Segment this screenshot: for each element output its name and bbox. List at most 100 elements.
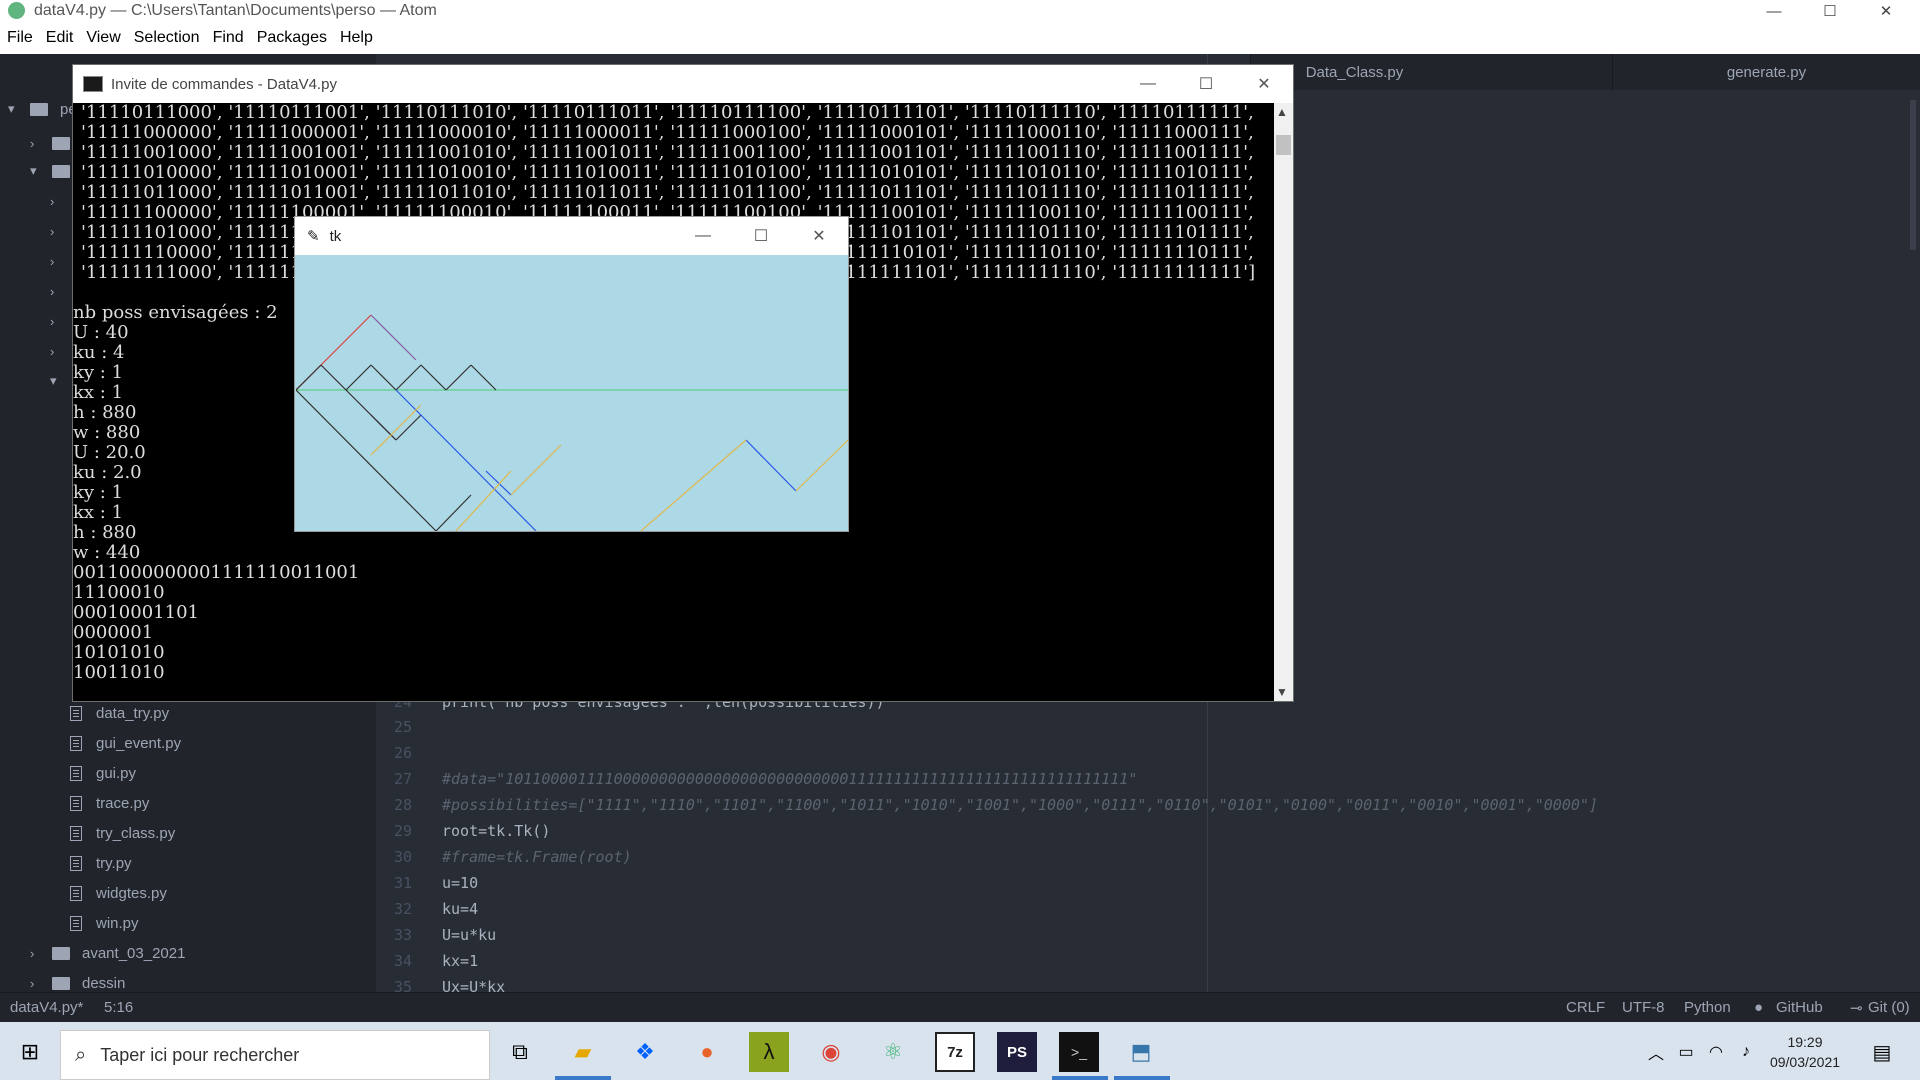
scroll-thumb[interactable] [1276,135,1291,155]
status-git[interactable]: Git (0) [1868,999,1910,1016]
tree-file[interactable]: win.py [70,910,139,936]
cmd-titlebar[interactable]: Invite de commandes - DataV4.py — ☐ ✕ [73,65,1293,103]
canvas-line [455,470,512,531]
menu-selection[interactable]: Selection [134,29,200,47]
chevron-right-icon: › [50,343,55,359]
folder-icon [52,164,70,178]
taskbar-search[interactable]: ⌕ Taper ici pour rechercher [60,1030,490,1080]
code-line: 28 #possibilities=["1111","1110","1101","… [393,796,1598,814]
cmd-line: w : 440 [73,542,141,563]
tk-titlebar[interactable]: ✎ tk — ☐ ✕ [295,217,848,255]
chrome-icon[interactable]: ◉ [811,1032,851,1072]
tree-file[interactable]: try_class.py [70,820,175,846]
tree-folder[interactable]: › [50,308,72,334]
cmd-minimize-button[interactable]: — [1119,65,1177,103]
menu-view[interactable]: View [86,29,120,47]
tree-folder[interactable]: › [50,188,72,214]
cmd-scrollbar[interactable]: ▲ ▼ [1274,103,1293,701]
menu-packages[interactable]: Packages [257,29,327,47]
canvas-line [745,439,797,492]
tree-folder-open[interactable]: ▾ [50,368,72,394]
maximize-button[interactable]: ☐ [1802,0,1858,22]
scroll-up-icon[interactable]: ▲ [1276,105,1288,119]
atom-icon[interactable]: ⚛ [873,1032,913,1072]
status-encoding[interactable]: UTF-8 [1622,999,1665,1016]
file-icon [70,705,82,721]
menu-file[interactable]: File [7,29,33,47]
menu-find[interactable]: Find [213,29,244,47]
tree-file[interactable]: data_try.py [70,700,169,726]
tree-folder[interactable]: › [50,278,72,304]
cmd-line: 0000001 [73,622,154,643]
firefox-icon[interactable]: ● [687,1032,727,1072]
tree-folder[interactable]: › [50,218,72,244]
dropbox-icon[interactable]: ❖ [625,1032,665,1072]
cmd-line: ku : 4 [73,342,125,363]
git-branch-icon: ⊸ [1850,1000,1863,1017]
canvas-line [510,444,562,496]
code-line: 25 [393,718,412,736]
tab-generate[interactable]: generate.py [1612,54,1920,90]
cmd-line: 11100010 [73,582,165,603]
editor-scrollbar[interactable] [1910,100,1916,250]
tk-minimize-button[interactable]: — [674,217,732,255]
minimize-button[interactable]: — [1746,0,1802,22]
canvas-line [296,364,322,391]
tree-file[interactable]: widgtes.py [70,880,167,906]
tree-file[interactable]: gui.py [70,760,136,786]
notification-icon[interactable]: ▤ [1862,1032,1902,1072]
chevron-right-icon: › [30,135,35,151]
status-cursor-position[interactable]: 5:16 [104,999,133,1016]
cmd-maximize-button[interactable]: ☐ [1177,65,1235,103]
tree-folder[interactable]: › avant_03_2021 [30,940,185,966]
status-grammar[interactable]: Python [1684,999,1731,1016]
task-view-icon[interactable]: ⧉ [500,1032,540,1072]
folder-icon [52,946,70,960]
tree-file[interactable]: trace.py [70,790,149,816]
canvas-line [395,389,537,531]
tree-folder[interactable]: › [50,338,72,364]
tree-file[interactable]: gui_event.py [70,730,181,756]
chevron-right-icon: › [50,223,55,239]
file-explorer-icon[interactable]: ▰ [563,1032,603,1072]
cmd-line: '11111010000', '11111010001', '111110100… [81,162,1254,183]
active-indicator [1114,1076,1170,1080]
cmd-line: 00010001101 [73,602,199,623]
system-clock[interactable]: 19:29 09/03/2021 [1750,1032,1860,1072]
tree-file[interactable]: try.py [70,850,132,876]
menu-help[interactable]: Help [340,29,373,47]
status-line-ending[interactable]: CRLF [1566,999,1605,1016]
cmd-taskbar-icon[interactable]: >_ [1059,1032,1099,1072]
python-icon[interactable]: ⬒ [1121,1032,1161,1072]
menu-edit[interactable]: Edit [46,29,74,47]
file-icon [70,855,82,871]
7zip-icon[interactable]: 7z [935,1032,975,1072]
close-button[interactable]: ✕ [1858,0,1914,22]
chevron-right-icon: › [50,253,55,269]
tk-maximize-button[interactable]: ☐ [732,217,790,255]
menu-bar: File Edit View Selection Find Packages H… [0,22,1920,54]
cmd-close-button[interactable]: ✕ [1235,65,1293,103]
status-github[interactable]: GitHub [1776,999,1823,1016]
folder-icon [30,102,48,116]
tk-window[interactable]: ✎ tk — ☐ ✕ [294,216,849,532]
status-bar: dataV4.py* 5:16 CRLF UTF-8 Python ● GitH… [0,992,1920,1022]
code-line: 27 #data="1011000011110000000000000000000… [393,770,1138,788]
windows-start-icon[interactable]: ⊞ [10,1032,50,1072]
tree-root-folder[interactable]: ▾ pe [8,96,77,122]
cmd-line: ku : 2.0 [73,462,142,483]
tab-bar: Data_Class.py generate.py [1250,54,1920,90]
canvas-line [320,314,372,366]
scroll-down-icon[interactable]: ▼ [1276,685,1288,699]
tk-canvas[interactable] [296,255,848,531]
tree-folder[interactable]: › [50,248,72,274]
canvas-line [320,364,347,391]
clock-date: 09/03/2021 [1769,1054,1841,1070]
tk-close-button[interactable]: ✕ [790,217,848,255]
cmd-line: kx : 1 [73,382,124,403]
status-file[interactable]: dataV4.py* [10,999,83,1016]
lambda-app-icon[interactable]: λ [749,1032,789,1072]
phpstorm-icon[interactable]: PS [997,1032,1037,1072]
cmd-line: kx : 1 [73,502,124,523]
chevron-right-icon: › [30,975,35,991]
